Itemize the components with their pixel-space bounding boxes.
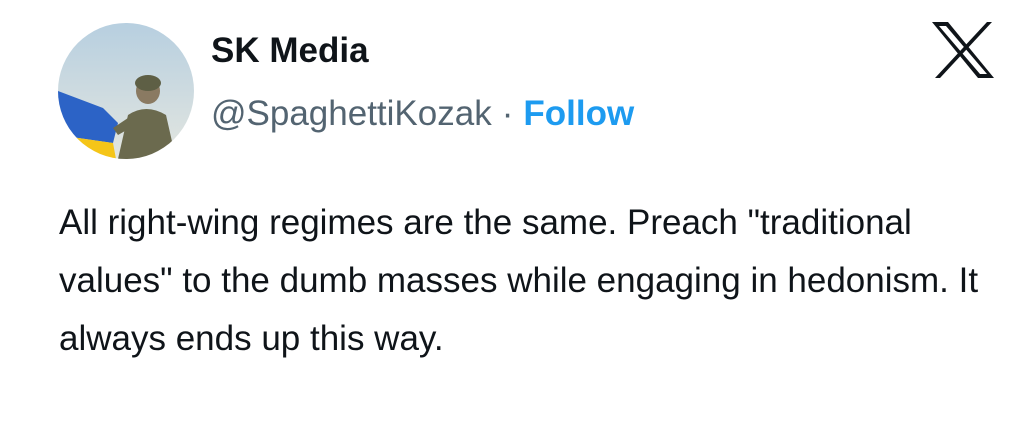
x-logo-svg <box>932 22 994 78</box>
avatar-image <box>58 23 194 159</box>
avatar[interactable] <box>58 23 194 159</box>
display-name[interactable]: SK Media <box>211 31 369 71</box>
follow-button[interactable]: Follow <box>523 94 634 133</box>
handle-row: @SpaghettiKozak · Follow <box>211 94 634 134</box>
x-logo-icon[interactable] <box>930 20 996 80</box>
tweet-text: All right-wing regimes are the same. Pre… <box>59 203 979 358</box>
tweet-card: SK Media @SpaghettiKozak · Follow All righ… <box>0 0 1033 431</box>
separator-dot: · <box>501 94 514 133</box>
user-handle[interactable]: @SpaghettiKozak <box>211 94 492 133</box>
